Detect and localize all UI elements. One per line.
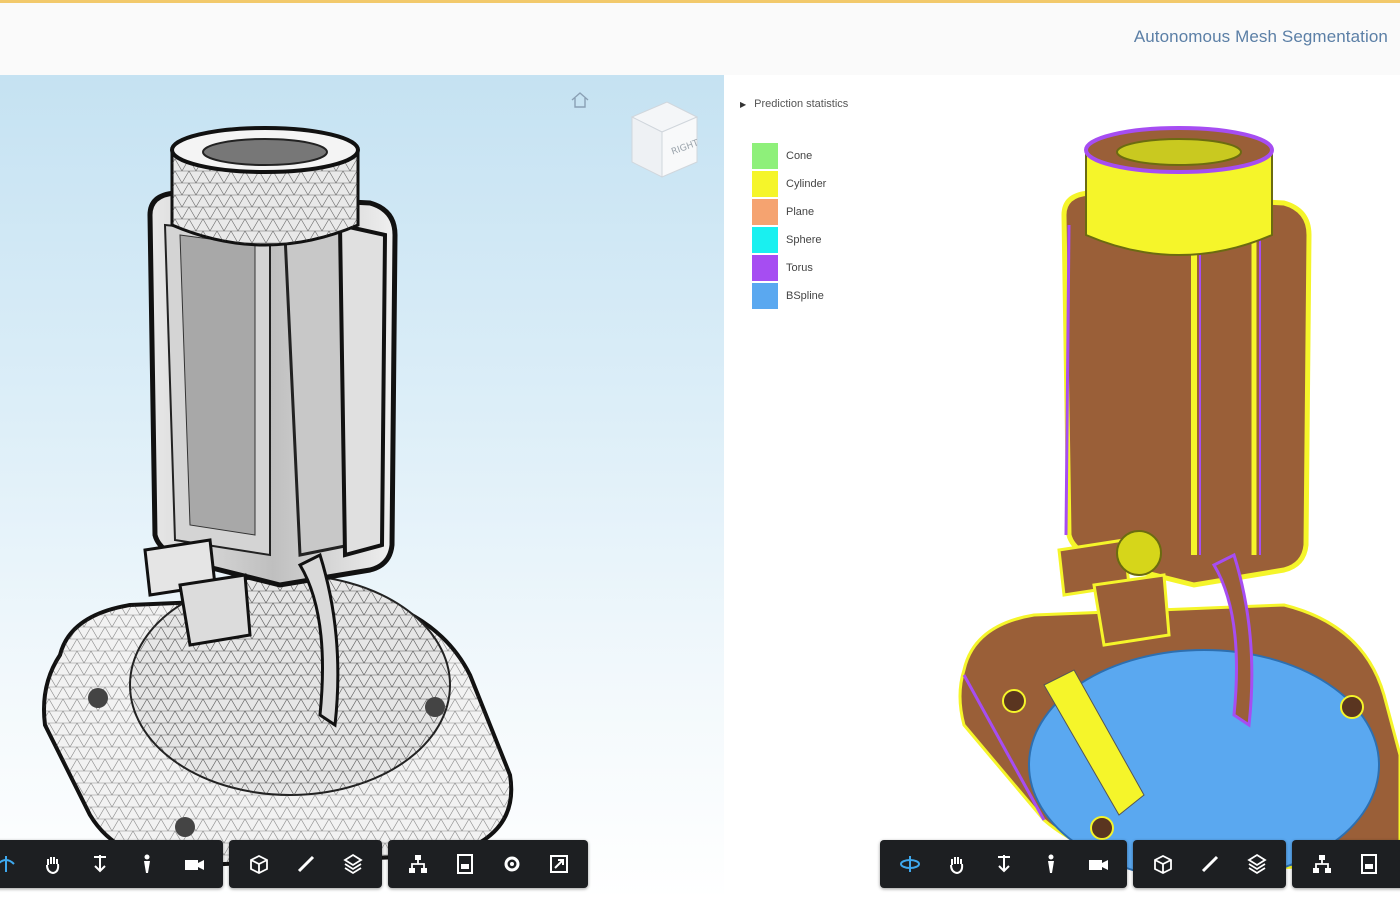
legend-label: Cylinder: [786, 178, 827, 190]
measure-button[interactable]: [1186, 844, 1233, 884]
model-tree-button[interactable]: [1298, 844, 1345, 884]
viewer-left[interactable]: RIGHT: [0, 75, 724, 900]
pan-icon: [45, 857, 59, 875]
legend-swatch-sphere: [752, 227, 778, 253]
legend-item: Sphere: [752, 226, 826, 254]
camera-button[interactable]: [170, 844, 217, 884]
expand-triangle-icon: ▶: [740, 100, 747, 109]
page-header: Autonomous Mesh Segmentation: [0, 3, 1400, 75]
measure-icon: [297, 855, 314, 873]
settings-button[interactable]: [1392, 844, 1400, 884]
settings-button[interactable]: [488, 844, 535, 884]
orbit-icon: [0, 856, 15, 872]
camera-icon: [184, 860, 204, 870]
section-button[interactable]: [1233, 844, 1280, 884]
fullscreen-icon: [549, 855, 568, 873]
toolbar-left: [0, 840, 588, 888]
properties-button[interactable]: [1345, 844, 1392, 884]
properties-icon: [1360, 854, 1377, 874]
model-tree-icon: [1312, 855, 1331, 873]
pan-icon: [949, 857, 963, 875]
prediction-statistics-toggle[interactable]: ▶ Prediction statistics: [740, 98, 848, 110]
legend-item: Cylinder: [752, 170, 826, 198]
legend-label: Cone: [786, 150, 813, 162]
legend-label: BSpline: [786, 290, 824, 302]
toolbar-right: [880, 840, 1400, 888]
legend-label: Torus: [786, 262, 813, 274]
toolbar-group-navigation: [880, 840, 1127, 888]
dolly-icon: [997, 855, 1010, 873]
legend-item: Torus: [752, 254, 826, 282]
toolbar-group-model: [1292, 840, 1400, 888]
explode-button[interactable]: [1139, 844, 1186, 884]
view-cube[interactable]: RIGHT: [622, 97, 702, 187]
section-icon: [342, 853, 363, 875]
dolly-icon: [93, 855, 106, 873]
properties-button[interactable]: [441, 844, 488, 884]
orbit-icon: [899, 856, 920, 872]
legend-swatch-plane: [752, 199, 778, 225]
measure-button[interactable]: [282, 844, 329, 884]
dolly-button[interactable]: [980, 844, 1027, 884]
camera-icon: [1088, 860, 1108, 870]
orbit-button[interactable]: [0, 844, 29, 884]
walk-icon: [1047, 854, 1054, 873]
segmentation-legend: Cone Cylinder Plane Sphere Torus BSpline: [752, 142, 826, 310]
toolbar-group-navigation: [0, 840, 223, 888]
mesh-model-wireframe: [42, 126, 514, 868]
measure-icon: [1201, 855, 1218, 873]
legend-swatch-cylinder: [752, 171, 778, 197]
legend-label: Sphere: [786, 234, 822, 246]
dolly-button[interactable]: [76, 844, 123, 884]
legend-swatch-bspline: [752, 283, 778, 309]
walk-button[interactable]: [1027, 844, 1074, 884]
camera-button[interactable]: [1074, 844, 1121, 884]
model-tree-button[interactable]: [394, 844, 441, 884]
walk-icon: [143, 854, 150, 873]
legend-item: Plane: [752, 198, 826, 226]
app-title: Autonomous Mesh Segmentation: [1133, 27, 1388, 46]
prediction-statistics-label: Prediction statistics: [754, 98, 849, 110]
toolbar-group-tools: [229, 840, 382, 888]
properties-icon: [456, 854, 473, 874]
explode-icon: [1153, 854, 1172, 875]
section-button[interactable]: [329, 844, 376, 884]
legend-label: Plane: [786, 206, 815, 218]
model-tree-icon: [408, 855, 427, 873]
pan-button[interactable]: [29, 844, 76, 884]
explode-button[interactable]: [235, 844, 282, 884]
orbit-button[interactable]: [886, 844, 933, 884]
fullscreen-button[interactable]: [535, 844, 582, 884]
walk-button[interactable]: [123, 844, 170, 884]
legend-item: Cone: [752, 142, 826, 170]
legend-swatch-cone: [752, 143, 778, 169]
section-icon: [1246, 853, 1267, 875]
legend-swatch-torus: [752, 255, 778, 281]
settings-icon: [504, 856, 519, 872]
explode-icon: [249, 854, 268, 875]
pan-button[interactable]: [933, 844, 980, 884]
toolbar-group-tools: [1133, 840, 1286, 888]
legend-item: BSpline: [752, 282, 826, 310]
toolbar-group-model: [388, 840, 588, 888]
home-icon[interactable]: [570, 91, 590, 109]
